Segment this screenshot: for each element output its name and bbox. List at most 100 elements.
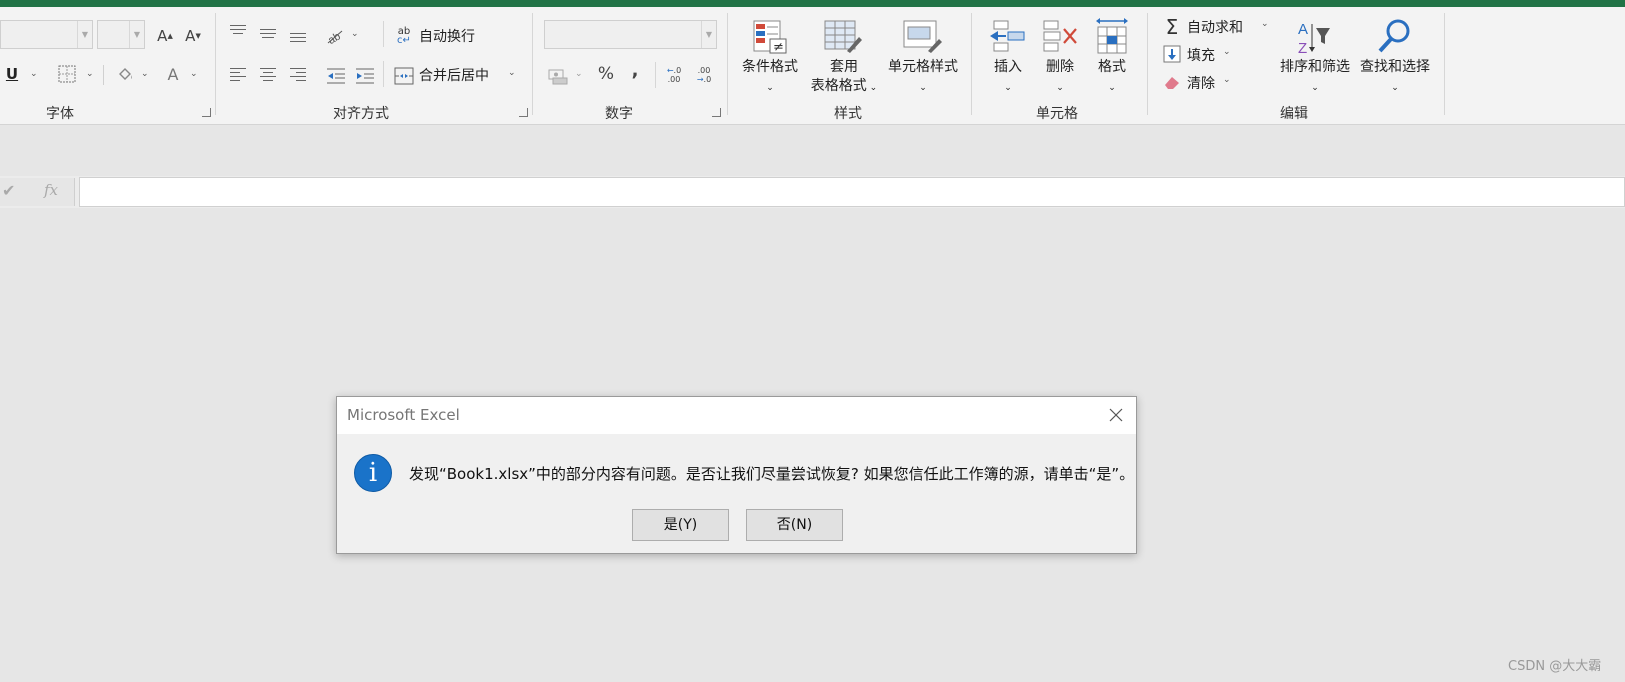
group-label-editing: 编辑 [1280, 106, 1308, 122]
merge-center-button[interactable]: 合并后居中 [419, 65, 489, 85]
cell-styles-icon [902, 18, 942, 56]
clear-button[interactable]: 清除 [1187, 73, 1215, 93]
merge-center-icon [394, 66, 414, 86]
group-label-cells: 单元格 [1036, 106, 1078, 122]
dialog-title-bar: Microsoft Excel [337, 397, 1136, 434]
chevron-down-icon[interactable]: ⌄ [86, 69, 94, 79]
chevron-down-icon[interactable]: ⌄ [30, 69, 38, 79]
group-label-styles: 样式 [834, 106, 862, 122]
yes-button[interactable]: 是(Y) [632, 509, 729, 541]
svg-text:Z: Z [1298, 40, 1307, 56]
chevron-down-icon[interactable]: ⌄ [351, 29, 359, 39]
separator [655, 62, 656, 88]
insert-function-button[interactable]: fx [44, 181, 58, 199]
chevron-down-icon[interactable]: ⌄ [1223, 47, 1231, 57]
group-separator [215, 13, 216, 115]
insert-cells-icon [988, 18, 1028, 56]
close-icon [1109, 408, 1123, 422]
middle-align-button[interactable] [260, 29, 280, 45]
sort-filter-button[interactable]: 排序和筛选 ⌄ [1275, 58, 1355, 98]
wrap-text-button[interactable]: 自动换行 [419, 26, 475, 46]
chevron-down-icon[interactable]: ⌄ [508, 68, 516, 78]
group-label-alignment: 对齐方式 [333, 106, 389, 122]
group-separator [1147, 13, 1148, 115]
separator [383, 21, 384, 47]
group-separator [1444, 13, 1445, 115]
font-dialog-launcher[interactable] [202, 108, 211, 117]
top-align-button[interactable] [230, 25, 250, 41]
comma-style-button[interactable]: , [626, 59, 644, 81]
accounting-format-button[interactable] [546, 65, 570, 87]
separator [383, 61, 384, 87]
sigma-icon: Σ [1165, 15, 1179, 39]
autosum-button[interactable]: 自动求和 [1187, 17, 1243, 37]
format-button[interactable]: 格式 ⌄ [1087, 58, 1137, 98]
cell-styles-button[interactable]: 单元格样式 ⌄ [880, 58, 966, 98]
ribbon: ▼ ▼ A ▲ A ▼ U ⌄ ⌄ ⌄ A ⌄ 字体 ab ⌄ ab c↵ 自动换行 … [0, 7, 1625, 125]
watermark: CSDN @大大霸 [1508, 659, 1602, 674]
align-left-button[interactable] [230, 68, 250, 84]
percent-button[interactable]: % [595, 63, 617, 85]
dialog-message: 发现“Book1.xlsx”中的部分内容有问题。是否让我们尽量尝试恢复? 如果您… [409, 465, 1135, 483]
fill-down-icon [1163, 45, 1181, 63]
recovery-dialog: Microsoft Excel i 发现“Book1.xlsx”中的部分内容有问… [336, 396, 1137, 554]
wrap-text-icon: ab c↵ [397, 26, 411, 46]
increase-indent-button[interactable] [355, 66, 375, 86]
decrease-indent-button[interactable] [326, 66, 346, 86]
svg-text:≠: ≠ [773, 40, 784, 55]
decrease-font-size-button[interactable]: A ▼ [182, 25, 204, 47]
font-name-dropdown[interactable]: ▼ [0, 20, 93, 49]
increase-font-size-button[interactable]: A ▲ [154, 25, 176, 47]
sort-filter-icon: AZ [1292, 17, 1332, 57]
fill-button[interactable]: 填充 [1187, 45, 1215, 65]
alignment-dialog-launcher[interactable] [519, 108, 528, 117]
font-size-dropdown[interactable]: ▼ [97, 20, 145, 49]
find-select-button[interactable]: 查找和选择 ⌄ [1355, 58, 1435, 98]
dialog-title: Microsoft Excel [347, 406, 460, 424]
decrease-decimal-button[interactable]: .00 →.0 [694, 63, 714, 87]
bottom-align-button[interactable] [290, 33, 310, 49]
formula-bar-controls: ✔ fx [0, 178, 75, 206]
number-format-dropdown[interactable]: ▼ [544, 20, 717, 49]
borders-icon [58, 65, 76, 83]
borders-button[interactable] [57, 64, 77, 84]
decrease-indent-icon [327, 68, 345, 84]
number-dialog-launcher[interactable] [712, 108, 721, 117]
increase-decimal-button[interactable]: ←.0.00 [664, 63, 684, 87]
align-right-button[interactable] [290, 68, 310, 84]
insert-button[interactable]: 插入 ⌄ [983, 58, 1033, 98]
currency-icon [548, 69, 568, 85]
group-label-number: 数字 [605, 106, 633, 122]
format-cells-icon [1092, 16, 1132, 56]
no-button[interactable]: 否(N) [746, 509, 843, 541]
format-as-table-icon [823, 18, 863, 56]
chevron-down-icon[interactable]: ⌄ [1261, 19, 1269, 29]
group-label-font: 字体 [46, 106, 74, 122]
magnifier-icon [1374, 16, 1414, 56]
group-separator [727, 13, 728, 115]
chevron-down-icon[interactable]: ⌄ [141, 69, 149, 79]
fill-color-button[interactable] [114, 63, 136, 85]
group-separator [532, 13, 533, 115]
conditional-formatting-button[interactable]: 条件格式 ⌄ [737, 58, 803, 98]
align-center-button[interactable] [260, 68, 280, 84]
eraser-icon [1163, 73, 1181, 91]
chevron-down-icon[interactable]: ⌄ [575, 69, 583, 79]
group-separator [971, 13, 972, 115]
chevron-down-icon[interactable]: ⌄ [1223, 75, 1231, 85]
format-as-table-button[interactable]: 套用 表格格式 ⌄ [800, 58, 888, 98]
svg-text:A: A [1298, 21, 1308, 38]
info-icon: i [354, 454, 392, 492]
underline-button[interactable]: U [2, 63, 22, 85]
increase-indent-icon [356, 68, 374, 84]
delete-cells-icon [1042, 18, 1082, 56]
formula-input[interactable] [79, 177, 1625, 207]
chevron-down-icon[interactable]: ⌄ [190, 69, 198, 79]
close-button[interactable] [1106, 405, 1126, 425]
delete-button[interactable]: 删除 ⌄ [1035, 58, 1085, 98]
title-bar-strip [0, 0, 1625, 7]
paint-bucket-icon [119, 68, 132, 80]
font-color-button[interactable]: A [163, 63, 183, 85]
checkmark-icon[interactable]: ✔ [2, 181, 15, 200]
orientation-button[interactable]: ab [324, 25, 346, 47]
